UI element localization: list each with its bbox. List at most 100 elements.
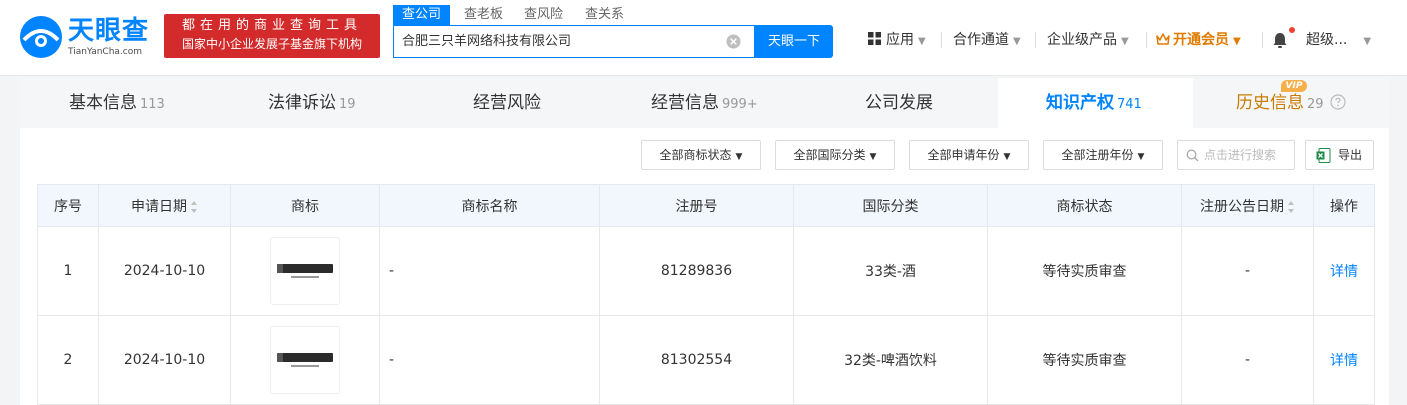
trademark-image[interactable] — [270, 326, 340, 394]
filter-label: 全部注册年份 — [1061, 148, 1134, 162]
table-row: 1 2024-10-10 - 81289836 33类-酒 等待实质审查 - 详… — [37, 226, 1375, 316]
tab-legal[interactable]: 法律诉讼 19 — [268, 78, 356, 128]
nav-enterprise[interactable]: 企业级产品 ▼ — [1047, 28, 1129, 52]
slogan-line-2: 国家中小企业发展子基金旗下机构 — [181, 37, 362, 51]
cell-apply-date: 2024-10-10 — [98, 226, 231, 316]
filter-label: 全部商标状态 — [659, 148, 732, 162]
caret-down-icon: ▼ — [1137, 152, 1145, 162]
grid-icon — [868, 32, 881, 45]
crown-icon — [1156, 33, 1170, 45]
table-search-input[interactable]: 点击进行搜索 — [1177, 140, 1295, 170]
cell-action: 详情 — [1313, 315, 1375, 405]
chevron-down-icon: ▼ — [1013, 36, 1021, 47]
tab-history[interactable]: 历史信息 29 — [1236, 78, 1324, 128]
divider — [1146, 32, 1147, 48]
tab-count: 113 — [140, 97, 165, 112]
col-header-announce-date[interactable]: 注册公告日期 — [1181, 184, 1314, 227]
help-icon[interactable] — [1330, 94, 1346, 110]
trademark-logo-icon — [277, 264, 333, 278]
tianyancha-logo[interactable]: 天眼查 TianYanCha.com — [18, 14, 158, 62]
tab-basic-info[interactable]: 基本信息 113 — [69, 78, 165, 128]
caret-down-icon: ▼ — [1003, 152, 1011, 162]
filter-label: 全部国际分类 — [793, 148, 866, 162]
filter-apply-year[interactable]: 全部申请年份 ▼ — [909, 140, 1029, 170]
col-header-label: 注册公告日期 — [1200, 198, 1284, 215]
search-placeholder: 点击进行搜索 — [1204, 148, 1277, 162]
search-tab-company[interactable]: 查公司 — [393, 5, 451, 25]
cell-intl-class: 32类-啤酒饮料 — [793, 315, 988, 405]
tab-business-info[interactable]: 经营信息 999+ — [651, 78, 758, 128]
nav-vip[interactable]: 开通会员 ▼ — [1156, 28, 1241, 52]
chevron-down-icon: ▼ — [1363, 36, 1372, 47]
top-header: 天眼查 TianYanCha.com 都在用的商业查询工具 国家中小企业发展子基… — [0, 0, 1407, 76]
nav-apps[interactable]: 应用 ▼ — [868, 28, 926, 52]
search-tab-risk[interactable]: 查风险 — [524, 5, 563, 25]
col-header-action: 操作 — [1313, 184, 1375, 227]
cell-trademark-name: - — [379, 315, 600, 405]
trademark-table: 序号 申请日期 商标 商标名称 注册号 国际分类 商标状态 注册公告日期 操作 … — [37, 184, 1375, 405]
tab-label: 历史信息 — [1236, 93, 1304, 113]
tab-count: 29 — [1307, 97, 1324, 112]
nav-user[interactable]: 超级... ▼ — [1306, 28, 1371, 52]
filter-register-year[interactable]: 全部注册年份 ▼ — [1043, 140, 1163, 170]
tab-label: 基本信息 — [69, 93, 137, 113]
chevron-down-icon: ▼ — [918, 36, 926, 47]
tab-label: 经营风险 — [473, 93, 541, 113]
col-header-status: 商标状态 — [987, 184, 1182, 227]
cell-action: 详情 — [1313, 226, 1375, 316]
nav-channel[interactable]: 合作通道 ▼ — [953, 28, 1021, 52]
cell-announce-date: - — [1181, 226, 1314, 316]
tab-label: 知识产权 — [1046, 93, 1114, 113]
slogan-banner: 都在用的商业查询工具 国家中小企业发展子基金旗下机构 — [164, 14, 380, 58]
detail-link[interactable]: 详情 — [1330, 353, 1358, 369]
search-tab-boss[interactable]: 查老板 — [464, 5, 503, 25]
cell-apply-date: 2024-10-10 — [98, 315, 231, 405]
search-input[interactable]: 合肥三只羊网络科技有限公司 — [402, 26, 722, 57]
nav-apps-label: 应用 — [886, 32, 914, 48]
cell-index: 2 — [37, 315, 99, 405]
clear-icon[interactable] — [726, 34, 741, 49]
nav-vip-label: 开通会员 — [1173, 32, 1229, 48]
col-header-trademark: 商标 — [230, 184, 380, 227]
nav-user-label: 超级... — [1306, 32, 1348, 48]
tab-label: 法律诉讼 — [268, 93, 336, 113]
vip-badge: VIP — [1281, 80, 1307, 92]
cell-announce-date: - — [1181, 315, 1314, 405]
sort-icon[interactable] — [1288, 200, 1295, 213]
section-tabs: 基本信息 113 法律诉讼 19 经营风险 经营信息 999+ 公司发展 知识产权 74… — [20, 78, 1389, 128]
export-button[interactable]: 导出 — [1305, 140, 1374, 170]
tab-ip[interactable]: 知识产权 741 — [1046, 78, 1142, 128]
chevron-down-icon: ▼ — [1233, 36, 1241, 47]
col-header-index: 序号 — [37, 184, 99, 227]
sort-icon[interactable] — [191, 200, 198, 213]
logo-text: 天眼查 — [68, 16, 150, 46]
tab-count: 741 — [1117, 97, 1142, 112]
filter-intl-class[interactable]: 全部国际分类 ▼ — [775, 140, 895, 170]
tab-development[interactable]: 公司发展 — [865, 78, 933, 128]
caret-down-icon: ▼ — [735, 152, 743, 162]
search-icon — [1186, 149, 1199, 162]
search-box: 合肥三只羊网络科技有限公司 — [393, 25, 755, 58]
col-header-intl-class: 国际分类 — [793, 184, 988, 227]
cell-index: 1 — [37, 226, 99, 316]
col-header-apply-date[interactable]: 申请日期 — [98, 184, 231, 227]
filter-trademark-status[interactable]: 全部商标状态 ▼ — [641, 140, 761, 170]
tab-label: 经营信息 — [651, 93, 719, 113]
cell-status: 等待实质审查 — [987, 226, 1182, 316]
divider — [1035, 32, 1036, 48]
search-tab-relation[interactable]: 查关系 — [585, 5, 624, 25]
table-header-row: 序号 申请日期 商标 商标名称 注册号 国际分类 商标状态 注册公告日期 操作 — [37, 184, 1375, 227]
divider — [941, 32, 942, 48]
tab-count: 19 — [339, 97, 356, 112]
tab-count: 999+ — [722, 97, 758, 112]
col-header-reg-no: 注册号 — [599, 184, 794, 227]
search-button[interactable]: 天眼一下 — [755, 25, 833, 58]
nav-channel-label: 合作通道 — [953, 32, 1009, 48]
trademark-image[interactable] — [270, 237, 340, 305]
cell-trademark-name: - — [379, 226, 600, 316]
cell-trademark — [230, 315, 380, 405]
tab-operation-risk[interactable]: 经营风险 — [473, 78, 541, 128]
bell-icon[interactable] — [1272, 32, 1288, 49]
divider — [1262, 32, 1263, 48]
detail-link[interactable]: 详情 — [1330, 264, 1358, 280]
